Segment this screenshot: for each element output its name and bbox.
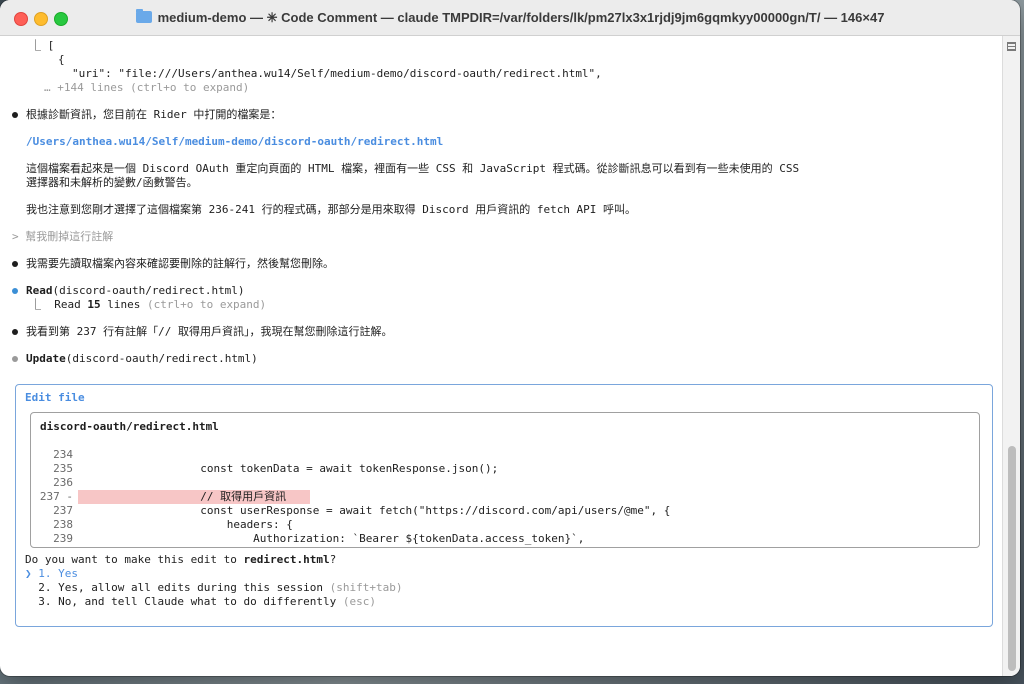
edit-question: Do you want to make this edit to redirec…: [25, 553, 337, 566]
option-yes[interactable]: ❯ 1. Yes: [25, 567, 78, 581]
tool-output-tree: ⎿ [: [30, 39, 55, 52]
window-title: medium-demo — ✳ Code Comment — claude TM…: [0, 0, 1020, 36]
user-prompt: > 幫我刪掉這行註解: [12, 230, 114, 243]
expand-hint[interactable]: … +144 lines (ctrl+o to expand): [44, 81, 249, 95]
edit-file-dialog: Edit file discord-oauth/redirect.html 23…: [15, 384, 993, 627]
tool-output-uri: "uri": "file:///Users/anthea.wu14/Self/m…: [72, 67, 602, 80]
tool-output-brace: {: [58, 53, 65, 66]
edit-dialog-title: Edit file: [25, 391, 85, 404]
file-path-link[interactable]: /Users/anthea.wu14/Self/medium-demo/disc…: [26, 135, 443, 149]
menu-icon[interactable]: [1007, 42, 1016, 51]
terminal-content[interactable]: ⎿ [ { "uri": "file:///Users/anthea.wu14/…: [0, 36, 1002, 676]
title-bar: medium-demo — ✳ Code Comment — claude TM…: [0, 0, 1020, 36]
assistant-message: 選擇器和未解析的變數/函數警告。: [26, 176, 198, 189]
assistant-message: 我需要先讀取檔案內容來確認要刪除的註解行，然後幫您刪除。: [26, 257, 334, 270]
tool-status-bullet: [12, 356, 18, 362]
option-yes-allow-all[interactable]: 2. Yes, allow all edits during this sess…: [25, 581, 402, 595]
assistant-message: 我也注意到您剛才選擇了這個檔案第 236-241 行的程式碼，那部分是用來取得 …: [26, 203, 637, 216]
message-bullet: [12, 112, 18, 118]
vertical-scrollbar[interactable]: [1002, 36, 1020, 676]
terminal-window: medium-demo — ✳ Code Comment — claude TM…: [0, 0, 1020, 676]
assistant-message: 這個檔案看起來是一個 Discord OAuth 重定向頁面的 HTML 檔案，…: [26, 162, 800, 175]
read-tool-result: ⎿ Read 15 lines (ctrl+o to expand): [30, 298, 267, 311]
update-tool-call: Update(discord-oauth/redirect.html): [26, 352, 258, 365]
message-bullet: [12, 261, 18, 267]
read-tool-call: Read(discord-oauth/redirect.html): [26, 284, 245, 297]
folder-icon: [135, 9, 152, 23]
assistant-message: 我看到第 237 行有註解「// 取得用戶資訊」，我現在幫您刪除這行註解。: [26, 325, 393, 338]
tool-status-bullet: [12, 288, 18, 294]
diff-preview: discord-oauth/redirect.html 234 235 cons…: [30, 412, 980, 548]
scroll-thumb[interactable]: [1008, 446, 1016, 671]
option-no[interactable]: 3. No, and tell Claude what to do differ…: [25, 595, 376, 609]
assistant-message: 根據診斷資訊，您目前在 Rider 中打開的檔案是：: [26, 108, 282, 121]
message-bullet: [12, 329, 18, 335]
diff-file-name: discord-oauth/redirect.html: [40, 420, 219, 433]
